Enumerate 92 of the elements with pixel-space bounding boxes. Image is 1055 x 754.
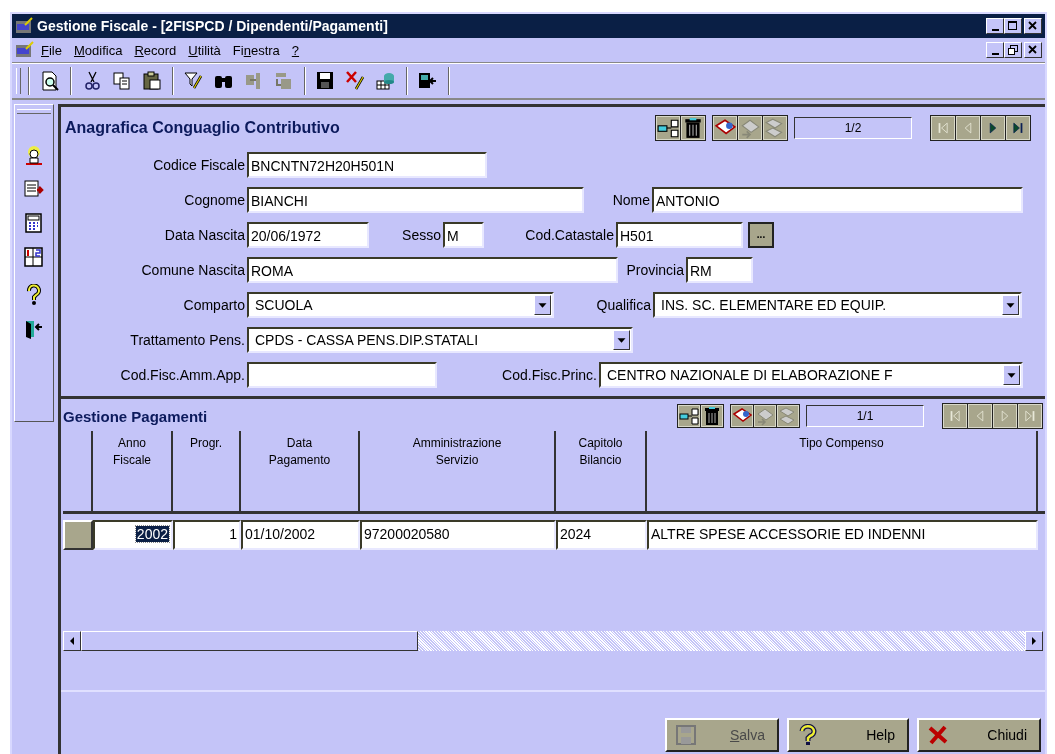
record-counter: 1/1	[806, 405, 924, 427]
database-icon[interactable]	[375, 70, 397, 92]
column-header[interactable]: Progr.	[173, 431, 241, 511]
close-button[interactable]	[1024, 42, 1042, 58]
skip-last-icon	[1023, 407, 1037, 425]
question-mark-icon	[797, 724, 819, 746]
minimize-icon	[991, 52, 999, 55]
dropdown-field[interactable]: CENTRO NAZIONALE DI ELABORAZIONE F	[599, 362, 1023, 388]
text-field[interactable]: ANTONIO	[652, 187, 1023, 213]
skip-last-icon	[1011, 119, 1025, 137]
column-header[interactable]: Tipo Compenso	[647, 431, 1038, 511]
text-field[interactable]: BIANCHI	[247, 187, 584, 213]
minimize-icon	[991, 28, 999, 31]
field-label: Provincia	[625, 262, 685, 278]
table-cell[interactable]: 2002	[93, 520, 173, 550]
left-arrow-icon[interactable]	[68, 636, 76, 646]
text-field[interactable]: BNCNTN72H20H501N	[247, 152, 487, 178]
table-cell[interactable]: 1	[173, 520, 241, 550]
menu-item[interactable]: ?	[291, 42, 300, 58]
dropdown-field[interactable]: INS. SC. ELEMENTARE ED EQUIP.	[653, 292, 1022, 318]
field-label: Cognome	[183, 192, 246, 208]
maximize-button[interactable]	[1004, 18, 1022, 34]
maximize-icon	[1008, 21, 1018, 31]
field-label: Trattamento Pens.	[129, 332, 246, 348]
copy-icon[interactable]	[111, 70, 133, 92]
menu-item[interactable]: Utilità	[188, 42, 221, 58]
section-title: Anagrafica Conguaglio Contributivo	[65, 119, 340, 137]
person-icon[interactable]	[23, 144, 45, 166]
table-cell[interactable]: ALTRE SPESE ACCESSORIE ED INDENNI	[647, 520, 1038, 550]
horizontal-scrollbar[interactable]	[63, 631, 1043, 651]
menu-item[interactable]: Finestra	[232, 42, 280, 58]
field-label: Qualifica	[595, 297, 652, 313]
text-field[interactable]: ROMA	[247, 257, 618, 283]
numbered-grid-icon[interactable]	[23, 246, 45, 268]
field-label: Codice Fiscale	[152, 157, 246, 173]
minimize-button[interactable]	[986, 42, 1004, 58]
window-title: Gestione Fiscale - [2FISPCD / Dipendenti/Pagamenti]	[37, 18, 388, 34]
column-header[interactable]: Data Pagamento	[241, 431, 360, 511]
help-button[interactable]: Help	[787, 718, 909, 752]
table-cell[interactable]: 2024	[556, 520, 647, 550]
field-label: Data Nascita	[163, 227, 246, 243]
menu-item[interactable]: Record	[134, 42, 177, 58]
field-label: Cod.Catastale	[524, 227, 615, 243]
close-icon	[927, 724, 949, 746]
restore-icon	[1008, 45, 1018, 55]
magnifier-document-icon[interactable]	[39, 70, 61, 92]
text-field[interactable]: 20/06/1972	[247, 222, 369, 248]
field-label: Sesso	[401, 227, 442, 243]
trash-icon[interactable]	[701, 405, 723, 427]
app-icon	[15, 17, 33, 35]
door-exit-icon[interactable]	[23, 318, 45, 340]
clipboard-icon[interactable]	[141, 70, 163, 92]
dropdown-field[interactable]: CPDS - CASSA PENS.DIP.STATALI	[247, 327, 633, 353]
menu-item[interactable]: File	[41, 42, 62, 58]
add-rows-icon[interactable]	[678, 405, 700, 427]
text-field[interactable]: RM	[686, 257, 753, 283]
text-field[interactable]: H501	[616, 222, 743, 248]
list-arrow-icon[interactable]	[23, 178, 45, 200]
field-label: Comparto	[182, 297, 246, 313]
last-record-button[interactable]	[1006, 116, 1030, 140]
right-arrow-icon[interactable]	[1030, 636, 1038, 646]
close-button[interactable]	[1024, 18, 1042, 34]
field-label: Nome	[611, 192, 651, 208]
table-cell[interactable]: 01/10/2002	[241, 520, 360, 550]
text-field[interactable]: M	[443, 222, 484, 248]
column-header[interactable]: Amministrazione Servizio	[360, 431, 556, 511]
close-icon	[1028, 45, 1038, 55]
calculator-icon[interactable]	[23, 212, 45, 234]
field-label: Cod.Fisc.Princ.	[501, 367, 598, 383]
record-counter: 1/2	[794, 117, 912, 139]
next-record-button[interactable]	[981, 116, 1005, 140]
field-label: Comune Nascita	[140, 262, 246, 278]
row-selector[interactable]	[63, 520, 93, 550]
column-header[interactable]: Anno Fiscale	[93, 431, 173, 511]
lookup-button[interactable]: ...	[748, 222, 774, 248]
text-field[interactable]	[247, 362, 437, 388]
close-button[interactable]: Chiudi	[917, 718, 1041, 752]
minimize-button[interactable]	[986, 18, 1004, 34]
skip-first-icon	[948, 407, 962, 425]
trash-icon[interactable]	[681, 116, 705, 140]
restore-button[interactable]	[1004, 42, 1022, 58]
column-header[interactable]: Capitolo Bilancio	[556, 431, 647, 511]
section-title: Gestione Pagamenti	[63, 407, 208, 425]
menu-item[interactable]: Modifica	[73, 42, 123, 58]
field-label: Cod.Fisc.Amm.App.	[119, 367, 246, 383]
document-icon	[15, 41, 35, 59]
dropdown-field[interactable]: SCUOLA	[247, 292, 554, 318]
add-rows-icon[interactable]	[656, 116, 680, 140]
table-cell[interactable]: 97200020580	[360, 520, 556, 550]
skip-first-icon	[936, 119, 950, 137]
cross-pencil-icon[interactable]	[345, 70, 367, 92]
close-icon	[1028, 21, 1038, 31]
